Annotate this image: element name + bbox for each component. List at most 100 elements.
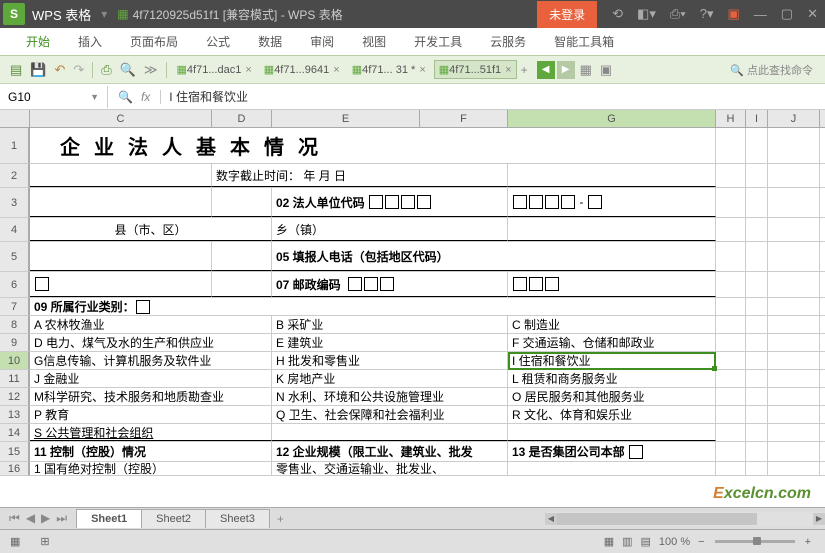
row-header[interactable]: 5: [0, 242, 30, 272]
skin-icon[interactable]: ◧▾: [637, 6, 656, 22]
row-header[interactable]: 1: [0, 128, 30, 164]
menu-tab-review[interactable]: 审阅: [296, 28, 348, 55]
row-header-selected[interactable]: 10: [0, 352, 30, 370]
minimize-icon[interactable]: —: [754, 7, 767, 22]
menu-tab-start[interactable]: 开始: [12, 28, 64, 55]
save-icon[interactable]: 💾: [30, 62, 46, 78]
preview-icon[interactable]: 🔍: [120, 62, 136, 78]
fx-search-icon[interactable]: 🔍: [118, 90, 133, 104]
cell[interactable]: 12 企业规模（限工业、建筑业、批发: [272, 442, 508, 461]
menu-tab-dev[interactable]: 开发工具: [400, 28, 476, 55]
cell-title[interactable]: 企业法人基本情况: [30, 128, 716, 163]
col-header[interactable]: C: [30, 110, 212, 127]
col-header-selected[interactable]: G: [508, 110, 716, 127]
cell[interactable]: 11 控制（控股）情况: [30, 442, 272, 461]
cell[interactable]: N 水利、环境和公共设施管理业: [272, 388, 508, 405]
cells-area[interactable]: 企业法人基本情况 数字截止时间： 年 月 日 02 法人单位代码 - 县（市、区…: [30, 128, 825, 476]
col-header[interactable]: E: [272, 110, 420, 127]
spreadsheet-grid[interactable]: C D E F G H I J 1 2 3 4 5 6 7 8 9 10 11 …: [0, 110, 825, 498]
close-tab-icon[interactable]: ×: [333, 64, 339, 76]
row-header[interactable]: 11: [0, 370, 30, 388]
menu-tab-insert[interactable]: 插入: [64, 28, 116, 55]
cell[interactable]: 07 邮政编码: [272, 272, 508, 297]
row-header[interactable]: 13: [0, 406, 30, 424]
row-header[interactable]: 3: [0, 188, 30, 218]
view-normal-icon[interactable]: ▦: [604, 535, 614, 548]
cell[interactable]: E 建筑业: [272, 334, 508, 351]
pin-icon[interactable]: ⎙▾: [670, 6, 686, 22]
zoom-in-button[interactable]: +: [805, 536, 811, 548]
status-icon[interactable]: ⊞: [40, 535, 49, 548]
col-header[interactable]: I: [746, 110, 768, 127]
cell[interactable]: K 房地产业: [272, 370, 508, 387]
cell[interactable]: 02 法人单位代码: [272, 188, 508, 217]
doc-tab-active[interactable]: ▦4f71...51f1×: [434, 60, 517, 79]
cell[interactable]: G信息传输、计算机服务及软件业: [30, 352, 272, 369]
col-header[interactable]: J: [768, 110, 820, 127]
col-header[interactable]: D: [212, 110, 272, 127]
cell[interactable]: L 租赁和商务服务业: [508, 370, 716, 387]
menu-tab-data[interactable]: 数据: [244, 28, 296, 55]
fx-button[interactable]: fx: [141, 90, 150, 104]
menu-tab-cloud[interactable]: 云服务: [476, 28, 540, 55]
view-page-icon[interactable]: ▥: [622, 535, 632, 548]
row-header[interactable]: 8: [0, 316, 30, 334]
close-tab-icon[interactable]: ×: [419, 64, 425, 76]
cell[interactable]: 乡（镇）: [272, 218, 508, 241]
undo-icon[interactable]: ↶: [54, 62, 65, 78]
row-header[interactable]: 6: [0, 272, 30, 298]
sync-icon[interactable]: ⟲: [612, 6, 623, 22]
sheet-tab[interactable]: Sheet2: [141, 509, 206, 528]
select-all-corner[interactable]: [0, 110, 30, 127]
cell[interactable]: O 居民服务和其他服务业: [508, 388, 716, 405]
status-icon[interactable]: ▦: [10, 535, 20, 548]
cell[interactable]: 05 填报人电话（包括地区代码）: [272, 242, 716, 271]
row-header[interactable]: 12: [0, 388, 30, 406]
add-sheet-button[interactable]: +: [269, 509, 292, 529]
tab-next-button[interactable]: ▶: [557, 61, 575, 79]
scroll-thumb[interactable]: [557, 513, 757, 525]
close-icon[interactable]: ✕: [807, 6, 818, 22]
row-header[interactable]: 4: [0, 218, 30, 242]
cell[interactable]: 09 所属行业类别：: [30, 298, 716, 315]
sheet-nav[interactable]: ⏮◀▶⏭: [0, 511, 76, 526]
close-tab-icon[interactable]: ×: [505, 64, 511, 76]
maximize-icon[interactable]: ▢: [781, 6, 793, 22]
row-header[interactable]: 14: [0, 424, 30, 442]
cell[interactable]: 零售业、交通运输业、批发业、: [272, 462, 508, 475]
horizontal-scrollbar[interactable]: ◀▶: [545, 512, 825, 526]
tab-prev-button[interactable]: ◀: [537, 61, 555, 79]
login-button[interactable]: 未登录: [537, 1, 597, 28]
app-menu-dropdown[interactable]: ▾: [101, 7, 107, 21]
doc-tab[interactable]: ▦4f71...9641×: [260, 61, 344, 78]
cell[interactable]: S 公共管理和社会组织: [30, 424, 272, 441]
menu-tab-tools[interactable]: 智能工具箱: [540, 28, 628, 55]
window-icon[interactable]: ▣: [600, 62, 612, 78]
search-commands[interactable]: 🔍 点此查找命令: [730, 62, 813, 78]
collapse-icon[interactable]: ▣: [728, 6, 740, 22]
print-icon[interactable]: ⎙: [101, 62, 111, 78]
row-header[interactable]: 15: [0, 442, 30, 462]
cell[interactable]: Q 卫生、社会保障和社会福利业: [272, 406, 508, 423]
add-tab-icon[interactable]: +: [521, 63, 528, 77]
cell[interactable]: 13 是否集团公司本部: [508, 442, 716, 461]
help-icon[interactable]: ?▾: [700, 6, 714, 22]
cell[interactable]: 数字截止时间： 年 月 日: [212, 164, 508, 187]
cell[interactable]: D 电力、煤气及水的生产和供应业: [30, 334, 272, 351]
cell[interactable]: C 制造业: [508, 316, 716, 333]
sheet-tab-active[interactable]: Sheet1: [76, 509, 142, 528]
menu-tab-view[interactable]: 视图: [348, 28, 400, 55]
cell[interactable]: 县（市、区）: [30, 218, 272, 241]
cell-active[interactable]: I 住宿和餐饮业: [508, 352, 716, 369]
overflow-icon[interactable]: ≫: [144, 62, 158, 78]
cell[interactable]: R 文化、体育和娱乐业: [508, 406, 716, 423]
doc-tab[interactable]: ▦4f71...dac1×: [173, 61, 256, 78]
list-icon[interactable]: ▦: [580, 62, 592, 78]
zoom-slider[interactable]: [715, 540, 795, 543]
col-header[interactable]: H: [716, 110, 746, 127]
zoom-level[interactable]: 100 %: [659, 536, 690, 548]
col-header[interactable]: F: [420, 110, 508, 127]
sheet-tab[interactable]: Sheet3: [205, 509, 270, 528]
cell[interactable]: F 交通运输、仓储和邮政业: [508, 334, 716, 351]
zoom-out-button[interactable]: −: [698, 536, 704, 548]
